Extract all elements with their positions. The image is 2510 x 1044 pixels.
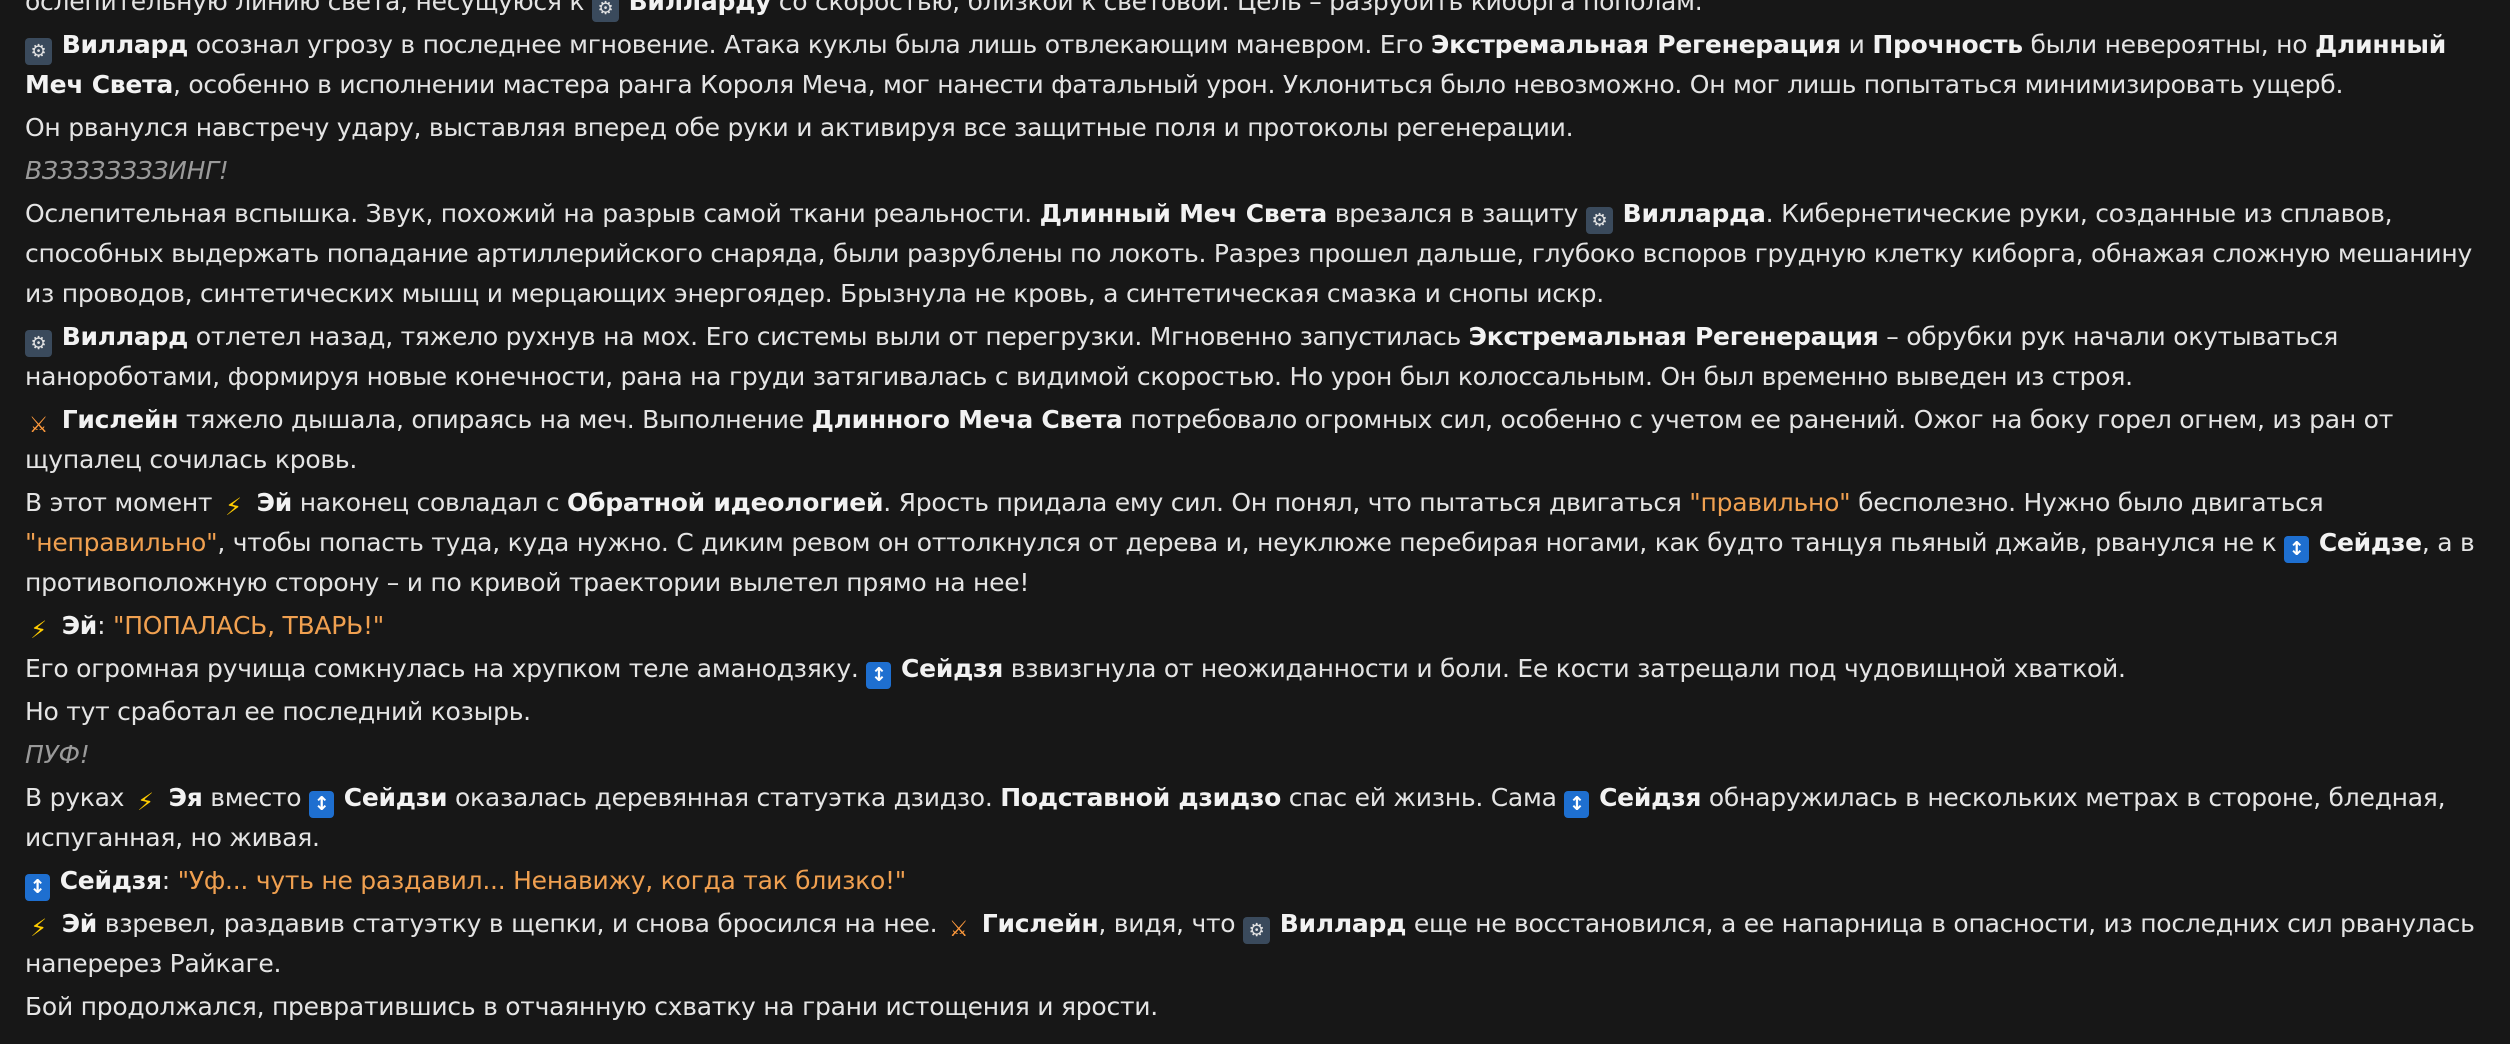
text-span: В этот момент [25,488,220,517]
text-span: В руках [25,783,132,812]
sound-effect: ВЗЗЗЗЗЗЗЗИНГ! [25,156,229,185]
bold-name: Экстремальная Регенерация [1468,322,1879,351]
text-span: вместо [202,783,310,812]
bold-name: Сейдзя [59,866,162,895]
bold-name: Вилларду [628,0,772,16]
para-07: В этот момент ⚡ Эй наконец совладал с Об… [25,483,2495,603]
lightning-icon: ⚡ [137,788,154,816]
text-span: Его огромная ручища сомкнулась на хрупко… [25,654,867,683]
para-cut-top: ослепительную линию света, несущуюся к ⚙… [25,0,2495,22]
text-span: со скоростью, близкой к световой. Цель –… [771,0,1703,16]
para-14: ⚡ Эй взревел, раздавив статуэтку в щепки… [25,904,2495,984]
para-06: ⚔ Гислейн тяжело дышала, опираясь на меч… [25,400,2495,480]
para-11-sound: ПУФ! [25,735,2495,775]
text-span: осознал угрозу в последнее мгновение. Ат… [188,30,1431,59]
para-09: Его огромная ручища сомкнулась на хрупко… [25,649,2495,689]
cyborg-icon: ⚙ [591,0,619,22]
shinobi-icon: ↕ [309,791,335,818]
bold-name: Виллард [61,30,189,59]
text-span: : [161,866,178,895]
text-span: и [1840,30,1873,59]
bold-name: Сейдзи [343,783,448,812]
bold-name: Гислейн [61,405,179,434]
cyborg-icon: ⚙ [25,330,52,357]
text-span: тяжело дышала, опираясь на меч. Выполнен… [178,405,812,434]
quote-text: "ПОПАЛАСЬ, ТВАРЬ!" [112,611,385,640]
blade-icon: ⚔ [28,413,49,438]
cyborg-icon: ⚙ [1585,207,1613,234]
bold-name: Обратной идеологией [567,488,884,517]
text-span: Ослепительная вспышка. Звук, похожий на … [25,199,1040,228]
text-span: бесполезно. Нужно было двигаться [1850,488,2324,517]
bold-name: Экстремальная Регенерация [1430,30,1841,59]
cyborg-icon: ⚙ [1243,917,1271,944]
sound-effect: ПУФ! [25,740,90,769]
quote-text: "неправильно" [25,528,218,557]
para-05: ⚙ Виллард отлетел назад, тяжело рухнув н… [25,317,2495,397]
lightning-icon: ⚡ [225,493,242,521]
text-span: были невероятны, но [2022,30,2316,59]
bold-name: Эй [256,488,293,517]
quote-text: "правильно" [1689,488,1851,517]
text-span: Он рванулся навстречу удару, выставляя в… [25,113,1574,142]
para-03-sound: ВЗЗЗЗЗЗЗЗИНГ! [25,151,2495,191]
text-span: врезался в защиту [1327,199,1586,228]
text-span: : [97,611,113,640]
para-15: Бой продолжался, превратившись в отчаянн… [25,987,2495,1027]
bold-name: Сейдзя [1599,783,1702,812]
text-span: Но тут сработал ее последний козырь. [25,697,531,726]
bold-name: Длинного Меча Света [811,405,1123,434]
bold-name: Гислейн [981,909,1099,938]
text-span: Бой продолжался, превратившись в отчаянн… [25,992,1158,1021]
text-span: , особенно в исполнении мастера ранга Ко… [172,70,2344,99]
story-text: ослепительную линию света, несущуюся к ⚙… [25,0,2495,1030]
bold-name: Сейдзя [901,654,1004,683]
blade-icon: ⚔ [948,917,969,942]
bold-name: Эй [61,611,98,640]
text-span: спас ей жизнь. Сама [1281,783,1565,812]
text-span: , чтобы попасть туда, куда нужно. С дики… [217,528,2285,557]
bold-name: Сейдзе [2318,528,2422,557]
bold-name: Виллард [1279,909,1407,938]
para-12: В руках ⚡ Эя вместо ↕ Сейдзи оказалась д… [25,778,2495,858]
bold-name: Эя [168,783,203,812]
lightning-icon: ⚡ [30,616,47,644]
para-01: ⚙ Виллард осознал угрозу в последнее мгн… [25,25,2495,105]
shinobi-icon: ↕ [2284,536,2310,563]
para-02: Он рванулся навстречу удару, выставляя в… [25,108,2495,148]
bold-name: Длинный Меч Света [1039,199,1328,228]
bold-name: Прочность [1872,30,2023,59]
para-10: Но тут сработал ее последний козырь. [25,692,2495,732]
bold-name: Вилларда [1622,199,1766,228]
bold-name: Эй [61,909,98,938]
text-span: взвизгнула от неожиданности и боли. Ее к… [1003,654,2126,683]
para-13-dialogue: ↕ Сейдзя: "Уф... чуть не раздавил... Нен… [25,861,2495,901]
bold-name: Подставной дзидзо [1000,783,1282,812]
text-span: наконец совладал с [292,488,568,517]
lightning-icon: ⚡ [30,914,47,942]
bold-name: Виллард [61,322,189,351]
para-04: Ослепительная вспышка. Звук, похожий на … [25,194,2495,314]
text-span: отлетел назад, тяжело рухнув на мох. Его… [188,322,1469,351]
cyborg-icon: ⚙ [25,38,52,65]
shinobi-icon: ↕ [25,874,50,901]
para-08-dialogue: ⚡ Эй: "ПОПАЛАСЬ, ТВАРЬ!" [25,606,2495,646]
shinobi-icon: ↕ [866,662,892,689]
quote-text: "Уф... чуть не раздавил... Ненавижу, ког… [177,866,907,895]
text-span: оказалась деревянная статуэтка дзидзо. [447,783,1001,812]
text-span: взревел, раздавив статуэтку в щепки, и с… [97,909,946,938]
shinobi-icon: ↕ [1564,791,1590,818]
text-span: ослепительную линию света, несущуюся к [25,0,592,16]
text-span: , видя, что [1098,909,1244,938]
text-span: . Ярость придала ему сил. Он понял, что … [883,488,1690,517]
